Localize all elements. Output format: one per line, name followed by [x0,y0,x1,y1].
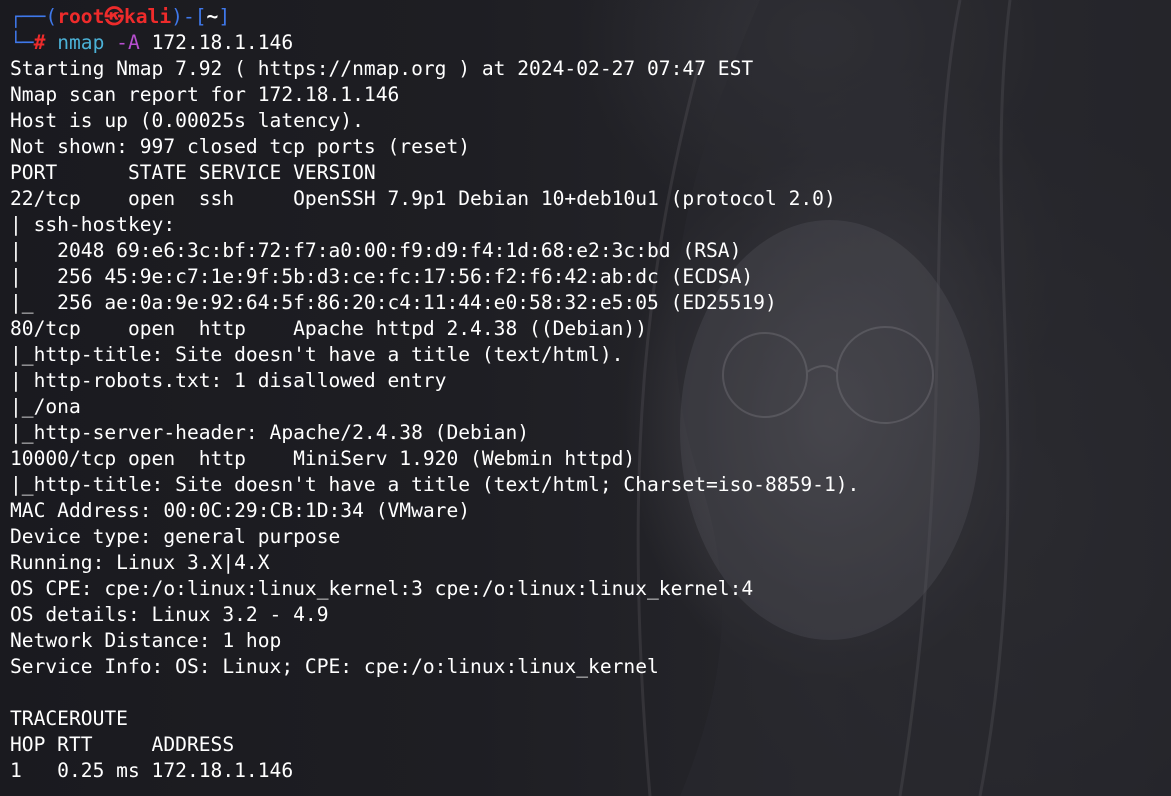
output-line: Service Info: OS: Linux; CPE: cpe:/o:lin… [10,655,659,678]
output-line: MAC Address: 00:0C:29:CB:1D:34 (VMware) [10,499,471,522]
output-line: Network Distance: 1 hop [10,629,282,652]
output-line: |_http-title: Site doesn't have a title … [10,343,624,366]
output-line: | 2048 69:e6:3c:bf:72:f7:a0:00:f9:d9:f4:… [10,239,742,262]
output-line: TRACEROUTE [10,707,128,730]
output-line: 10000/tcp open http MiniServ 1.920 (Webm… [10,447,636,470]
output-line: 80/tcp open http Apache httpd 2.4.38 ((D… [10,317,648,340]
output-line: OS details: Linux 3.2 - 4.9 [10,603,329,626]
output-line: |_http-server-header: Apache/2.4.38 (Deb… [10,421,530,444]
output-line: |_/ona [10,395,81,418]
output-line: | 256 45:9e:c7:1e:9f:5b:d3:ce:fc:17:56:f… [10,265,754,288]
terminal-output: ┌──(root㉿kali)-[~] └─# nmap -A 172.18.1.… [10,4,859,784]
output-line: Starting Nmap 7.92 ( https://nmap.org ) … [10,57,754,80]
output-line: Host is up (0.00025s latency). [10,109,364,132]
prompt-host: kali [123,5,172,28]
prompt-header-line: ┌──(root㉿kali)-[~] [10,5,231,28]
command-target: 172.18.1.146 [151,31,294,54]
prompt-cwd: ~ [206,5,219,28]
prompt-symbol: # [33,31,46,54]
output-line: OS CPE: cpe:/o:linux:linux_kernel:3 cpe:… [10,577,754,600]
terminal-window[interactable]: ┌──(root㉿kali)-[~] └─# nmap -A 172.18.1.… [0,0,1171,796]
output-line: Nmap scan report for 172.18.1.146 [10,83,400,106]
prompt-user: root [57,5,105,28]
output-line: |_ 256 ae:0a:9e:92:64:5f:86:20:c4:11:44:… [10,291,777,314]
prompt-at-symbol: ㉿ [104,5,124,28]
output-line: Running: Linux 3.X|4.X [10,551,270,574]
command-name: nmap [57,31,105,54]
output-line: PORT STATE SERVICE VERSION [10,161,376,184]
output-line: Device type: general purpose [10,525,341,548]
output-line: | http-robots.txt: 1 disallowed entry [10,369,459,392]
output-line: 1 0.25 ms 172.18.1.146 [10,759,294,782]
output-line: |_http-title: Site doesn't have a title … [10,473,860,496]
output-line: Not shown: 997 closed tcp ports (reset) [10,135,471,158]
output-line: | ssh-hostkey: [10,213,187,236]
output-line: HOP RTT ADDRESS [10,733,235,756]
command-flag: -A [116,31,140,54]
command-line[interactable]: └─# nmap -A 172.18.1.146 [10,30,859,56]
output-line: 22/tcp open ssh OpenSSH 7.9p1 Debian 10+… [10,187,836,210]
